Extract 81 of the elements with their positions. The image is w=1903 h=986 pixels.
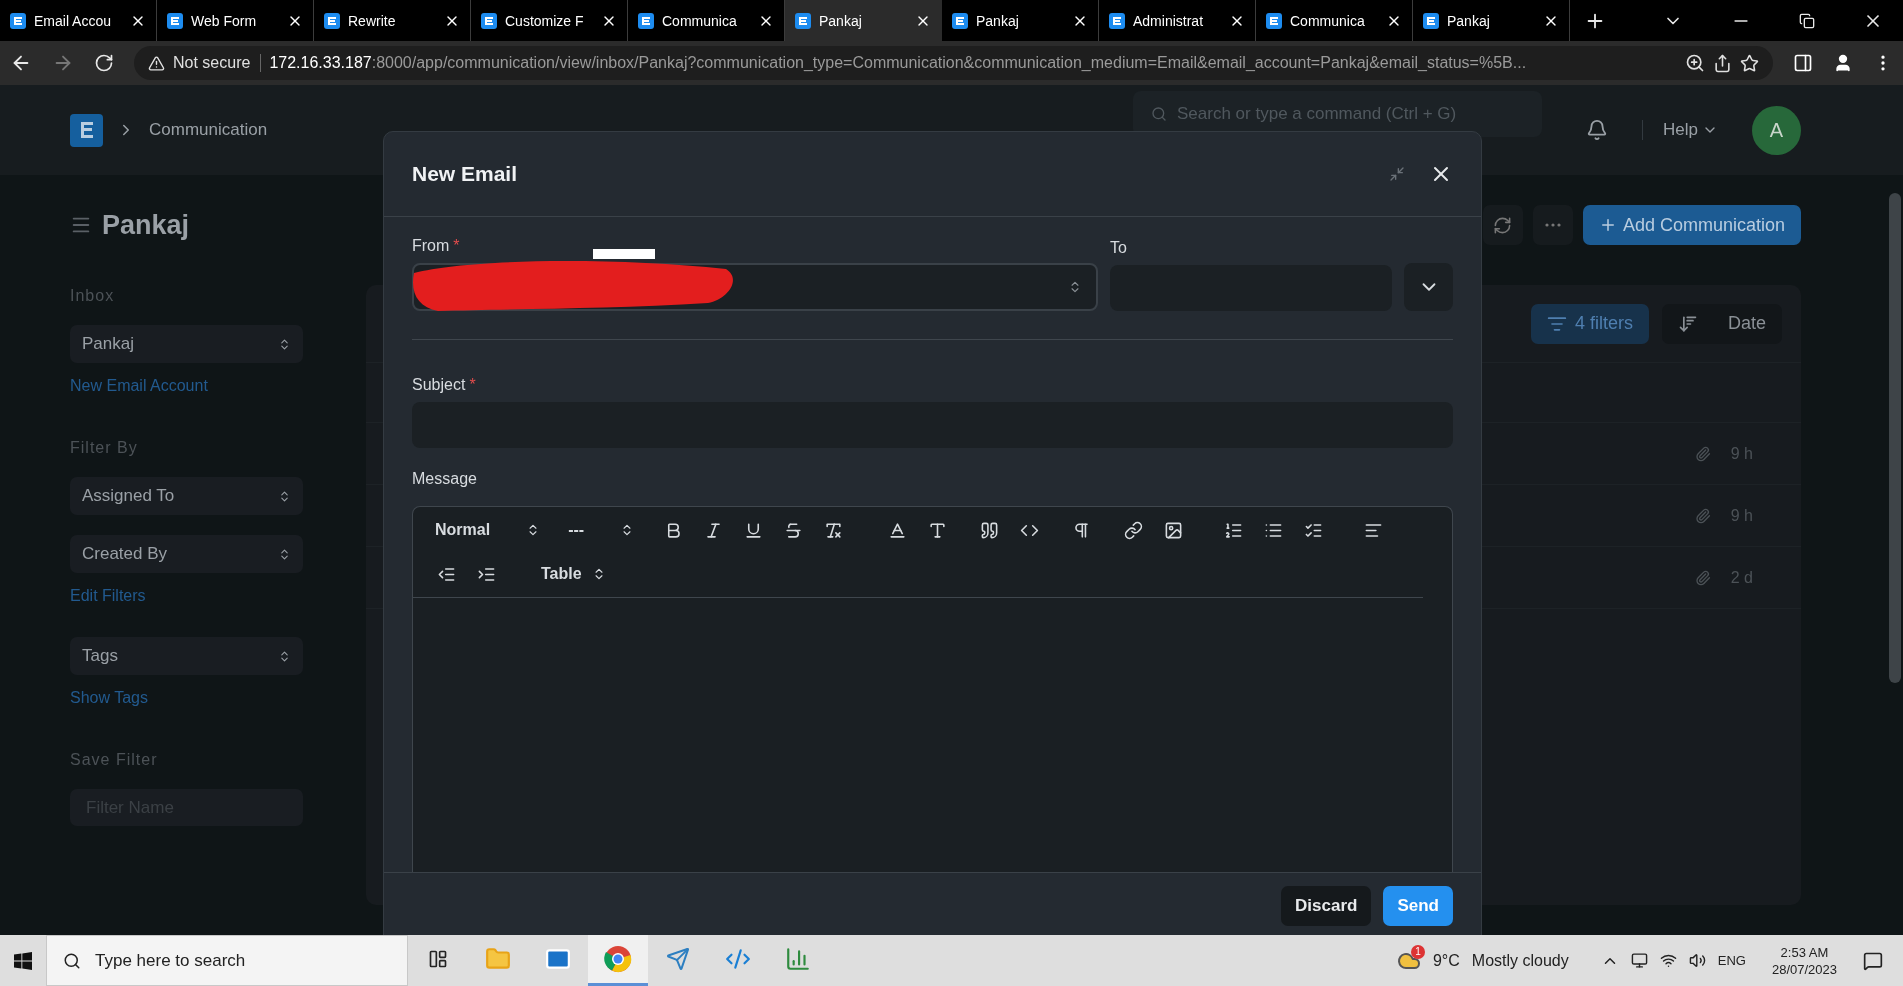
refresh-button[interactable] <box>1482 205 1523 245</box>
taskbar-app-button[interactable] <box>588 935 648 986</box>
search-icon <box>63 951 81 970</box>
attachment-icon <box>1694 507 1711 524</box>
url-path: :8000/app/communication/view/inbox/Pankaj?communication_type=Communication&communication_medium=Email&email_account=Pankaj&email_status=%5B... <box>371 54 1527 72</box>
select-caret-icon <box>278 337 291 351</box>
favicon-icon <box>638 12 654 29</box>
page-title: Pankaj <box>102 209 190 241</box>
display-icon[interactable] <box>1630 952 1648 969</box>
favicon-icon <box>1109 12 1125 29</box>
search-icon <box>1151 106 1168 122</box>
field-label: To <box>1110 239 1128 257</box>
windows-logo-icon[interactable] <box>14 951 32 970</box>
select-caret-icon <box>278 649 291 663</box>
table-select[interactable]: Table <box>541 559 606 589</box>
section-label: Filter By <box>70 439 139 457</box>
favicon-icon <box>1266 12 1282 29</box>
help-menu[interactable]: Help <box>1642 120 1718 140</box>
message-editor[interactable]: Normal --- Table <box>412 506 1453 872</box>
section-label: Inbox <box>70 287 116 305</box>
breadcrumb-link[interactable]: Communication <box>149 120 268 140</box>
field-label: Subject * <box>412 376 477 394</box>
side-panel-icon[interactable] <box>1793 53 1813 73</box>
discard-button[interactable]: Discard <box>1281 885 1372 926</box>
clock[interactable]: 2:53 AM 28/07/2023 <box>1771 943 1837 978</box>
weather-temperature: 9°C <box>1432 951 1460 970</box>
reload-icon[interactable] <box>94 53 114 73</box>
zoom-icon[interactable] <box>1685 53 1705 73</box>
favicon-icon <box>10 12 26 29</box>
notifications-icon[interactable] <box>1863 950 1883 971</box>
network-icon[interactable] <box>1659 952 1677 969</box>
taskbar-search-field[interactable]: Type here to search <box>46 935 408 986</box>
filter-select[interactable]: Created By <box>70 535 303 573</box>
scrollbar-thumb[interactable] <box>1889 193 1901 683</box>
restore-icon[interactable] <box>1799 12 1815 29</box>
more-icon <box>1544 223 1561 227</box>
code-editor-icon <box>725 946 751 972</box>
favicon-icon <box>481 12 497 29</box>
sort-button[interactable]: Date <box>1661 303 1782 344</box>
browser-tab[interactable]: Pankaj <box>785 0 942 41</box>
task-view-icon[interactable] <box>428 949 448 969</box>
filter-select[interactable]: Assigned To <box>70 477 303 515</box>
field-label: From * <box>412 237 461 255</box>
recipients-toggle-button[interactable] <box>1404 263 1453 311</box>
favicon-icon <box>167 12 183 29</box>
attachment-icon <box>1694 445 1711 462</box>
add-communication-button[interactable]: Add Communication <box>1582 205 1801 245</box>
bookmark-star-icon[interactable] <box>1740 53 1759 73</box>
favicon-icon <box>324 12 340 29</box>
size-select[interactable]: --- <box>568 515 635 545</box>
minimize-dialog-icon[interactable] <box>1389 166 1405 182</box>
folder-icon <box>485 946 511 972</box>
favicon-icon <box>952 12 968 29</box>
header-select[interactable]: Normal <box>435 515 541 545</box>
field-label: Message <box>412 470 478 488</box>
dialog-title: New Email <box>412 162 519 186</box>
tags-select[interactable]: Tags <box>70 637 303 675</box>
select-caret-icon <box>278 489 291 503</box>
favicon-icon <box>1423 12 1439 29</box>
share-icon[interactable] <box>1713 53 1732 73</box>
refresh-icon <box>1493 215 1513 235</box>
section-label: Save Filter <box>70 751 159 769</box>
favicon-icon <box>795 12 811 29</box>
arrow-icon <box>666 947 690 971</box>
profile-icon[interactable] <box>1833 53 1853 73</box>
row-time: 2 d <box>1730 568 1753 587</box>
url-host: 172.16.33.187 <box>269 54 372 72</box>
user-avatar[interactable]: A <box>1752 105 1801 155</box>
notification-bell-icon[interactable] <box>1586 119 1609 141</box>
app-logo[interactable] <box>70 113 103 147</box>
browser-icon <box>604 945 632 973</box>
select-caret-icon <box>278 547 291 561</box>
volume-icon[interactable] <box>1688 952 1706 969</box>
attachment-icon <box>1694 569 1711 586</box>
chart-icon <box>785 946 811 972</box>
weather-description: Mostly cloudy <box>1471 951 1569 970</box>
language-indicator[interactable]: ENG <box>1717 953 1746 968</box>
inbox-select[interactable]: Pankaj <box>70 325 303 363</box>
warning-icon <box>148 54 165 72</box>
address-field[interactable]: Not secure 172.16.33.187:8000/app/communication/view/inbox/Pankaj?communication_type=Communication&communication_medium=Email&email_account=Pankaj&email_status=%5B... <box>134 46 1773 80</box>
security-label: Not secure <box>173 54 262 72</box>
